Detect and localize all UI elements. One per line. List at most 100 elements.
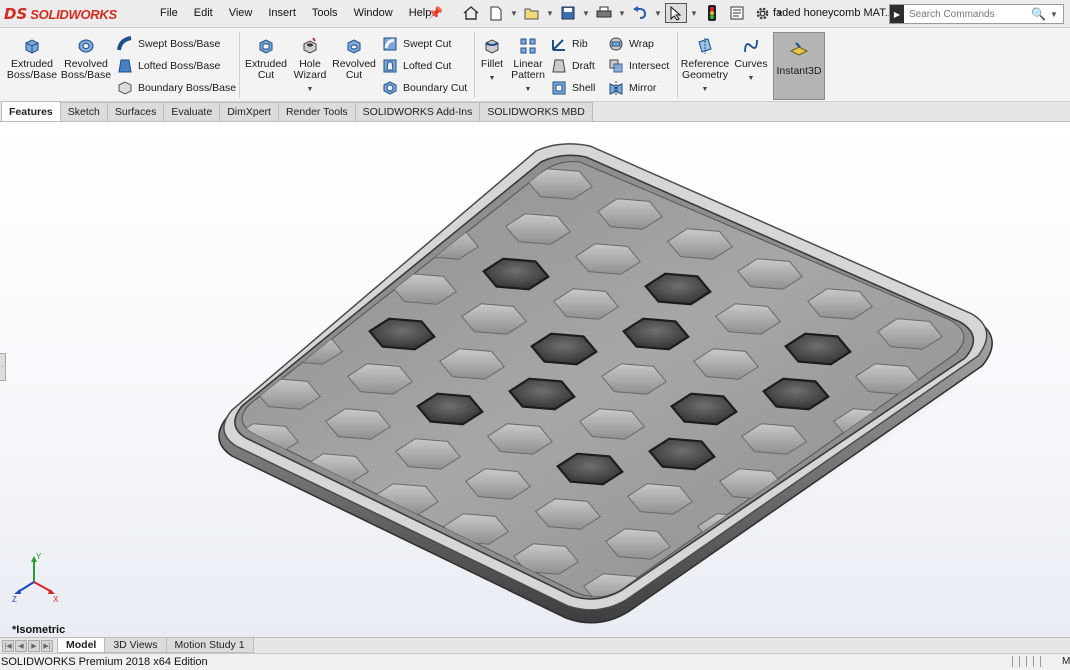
home-icon[interactable] [460, 3, 482, 23]
wrap-label: Wrap [629, 37, 654, 50]
undo-icon[interactable] [629, 3, 651, 23]
save-icon[interactable] [557, 3, 579, 23]
chevron-down-icon[interactable]: ▼ [654, 9, 662, 18]
tab-features[interactable]: Features [1, 101, 61, 121]
wrap-button[interactable]: Wrap [607, 35, 654, 52]
menu-tools[interactable]: Tools [304, 7, 346, 19]
curves-button[interactable]: Curves ▼ [734, 36, 768, 84]
mirror-button[interactable]: Mirror [607, 79, 656, 96]
open-folder-icon[interactable] [521, 3, 543, 23]
tab-dimxpert[interactable]: DimXpert [219, 102, 279, 121]
search-icon[interactable]: 🔍 [1031, 7, 1046, 21]
hole-wizard-label: Hole Wizard [293, 58, 327, 81]
chevron-down-icon[interactable]: ▼ [489, 73, 496, 84]
lofted-boss-button[interactable]: Lofted Boss/Base [116, 57, 220, 74]
pin-icon[interactable]: 📌 [428, 6, 443, 20]
linear-pattern-label: Linear Pattern [511, 58, 545, 81]
fillet-button[interactable]: Fillet ▼ [478, 36, 506, 84]
tab-solidworks-add-ins[interactable]: SOLIDWORKS Add-Ins [354, 102, 481, 121]
mirror-icon [607, 79, 624, 96]
honeycomb-cell [902, 438, 964, 470]
reference-geometry-button[interactable]: Reference Geometry ▼ [680, 36, 730, 95]
tab-sketch[interactable]: Sketch [59, 102, 108, 121]
ribbon-divider [677, 32, 678, 98]
shell-label: Shell [572, 81, 596, 94]
solidworks-logo[interactable]: DS SOLIDWORKS [4, 2, 134, 26]
search-commands[interactable]: ▶ 🔍 ▼ [889, 4, 1064, 24]
shell-button[interactable]: Shell [550, 79, 595, 96]
menu-bar: File Edit View Insert Tools Window Help [152, 7, 439, 19]
lofted-cut-icon [381, 57, 398, 74]
rib-button[interactable]: Rib [550, 35, 588, 52]
revolved-boss-icon [76, 36, 96, 56]
mirror-label: Mirror [629, 81, 657, 94]
prev-tab-arrow-icon[interactable]: ◀ [15, 639, 27, 652]
boundary-boss-label: Boundary Boss/Base [138, 81, 237, 94]
tab-motion-study-1[interactable]: Motion Study 1 [165, 638, 254, 653]
extruded-cut-label: Extruded Cut [244, 58, 288, 81]
tab-solidworks-mbd[interactable]: SOLIDWORKS MBD [479, 102, 593, 121]
select-pointer-icon[interactable] [665, 3, 687, 23]
intersect-label: Intersect [629, 59, 670, 72]
next-tab-arrow-icon[interactable]: ▶ [28, 639, 40, 652]
boundary-cut-button[interactable]: Boundary Cut [381, 79, 467, 96]
menu-view[interactable]: View [221, 7, 261, 19]
chevron-down-icon[interactable]: ▼ [1050, 10, 1058, 19]
search-toggle-arrow-icon[interactable]: ▶ [890, 5, 904, 23]
hole-wizard-button[interactable]: Hole Wizard ▼ [290, 36, 330, 95]
quick-access-toolbar: ▼ ▼ ▼ ▼ ▼ ▼ ▼ [460, 3, 784, 23]
last-tab-arrow-icon[interactable]: ▶| [41, 639, 53, 652]
tab-render-tools[interactable]: Render Tools [277, 102, 356, 121]
honeycomb-cell [242, 258, 296, 290]
menu-insert[interactable]: Insert [260, 7, 304, 19]
extruded-cut-button[interactable]: Extruded Cut [244, 36, 288, 81]
chevron-down-icon[interactable]: ▼ [307, 84, 314, 95]
rib-icon [550, 35, 567, 52]
extruded-boss-label: Extruded Boss/Base [6, 58, 58, 81]
chevron-down-icon[interactable]: ▼ [618, 9, 626, 18]
intersect-button[interactable]: Intersect [607, 57, 669, 74]
menu-edit[interactable]: Edit [186, 7, 221, 19]
revolved-cut-button[interactable]: Revolved Cut [332, 36, 376, 81]
tab-model[interactable]: Model [57, 638, 106, 653]
search-input[interactable] [904, 8, 1029, 20]
extruded-boss-button[interactable]: Extruded Boss/Base [6, 36, 58, 81]
gear-icon[interactable] [751, 3, 773, 23]
menu-file[interactable]: File [152, 7, 186, 19]
graphics-area[interactable]: ◦ Z X Y *Isometric [0, 122, 1070, 637]
chevron-down-icon[interactable]: ▼ [690, 9, 698, 18]
revolved-boss-button[interactable]: Revolved Boss/Base [60, 36, 112, 81]
chevron-down-icon[interactable]: ▼ [510, 9, 518, 18]
linear-pattern-button[interactable]: Linear Pattern ▼ [508, 36, 548, 95]
file-properties-icon[interactable] [726, 3, 748, 23]
draft-button[interactable]: Draft [550, 57, 595, 74]
svg-text:Y: Y [36, 552, 42, 561]
tab-evaluate[interactable]: Evaluate [163, 102, 221, 121]
tab-3d-views[interactable]: 3D Views [104, 638, 167, 653]
swept-boss-button[interactable]: Swept Boss/Base [116, 35, 220, 52]
traffic-light-icon[interactable] [701, 3, 723, 23]
chevron-down-icon[interactable]: ▼ [582, 9, 590, 18]
new-document-icon[interactable] [485, 3, 507, 23]
intersect-icon [607, 57, 624, 74]
print-icon[interactable] [593, 3, 615, 23]
honeycomb-cell [996, 424, 1061, 455]
tab-surfaces[interactable]: Surfaces [106, 102, 165, 121]
swept-boss-icon [116, 35, 133, 52]
first-tab-arrow-icon[interactable]: |◀ [2, 639, 14, 652]
svg-text:Z: Z [12, 595, 17, 604]
swept-cut-button[interactable]: Swept Cut [381, 35, 451, 52]
menu-window[interactable]: Window [346, 7, 401, 19]
instant3d-button[interactable]: Instant3D [773, 32, 825, 100]
chevron-down-icon[interactable]: ▼ [748, 73, 755, 84]
honeycomb-mat-model[interactable] [0, 122, 1070, 637]
status-bar: SOLIDWORKS Premium 2018 x64 Edition [0, 653, 1070, 670]
lofted-cut-button[interactable]: Lofted Cut [381, 57, 451, 74]
boundary-boss-button[interactable]: Boundary Boss/Base [116, 79, 236, 96]
draft-label: Draft [572, 59, 595, 72]
chevron-down-icon[interactable]: ▼ [525, 84, 532, 95]
chevron-down-icon[interactable]: ▼ [546, 9, 554, 18]
chevron-down-icon[interactable]: ▼ [702, 84, 709, 95]
feature-manager-toggle-handle[interactable]: ◦ [0, 353, 6, 381]
swept-cut-label: Swept Cut [403, 37, 452, 50]
